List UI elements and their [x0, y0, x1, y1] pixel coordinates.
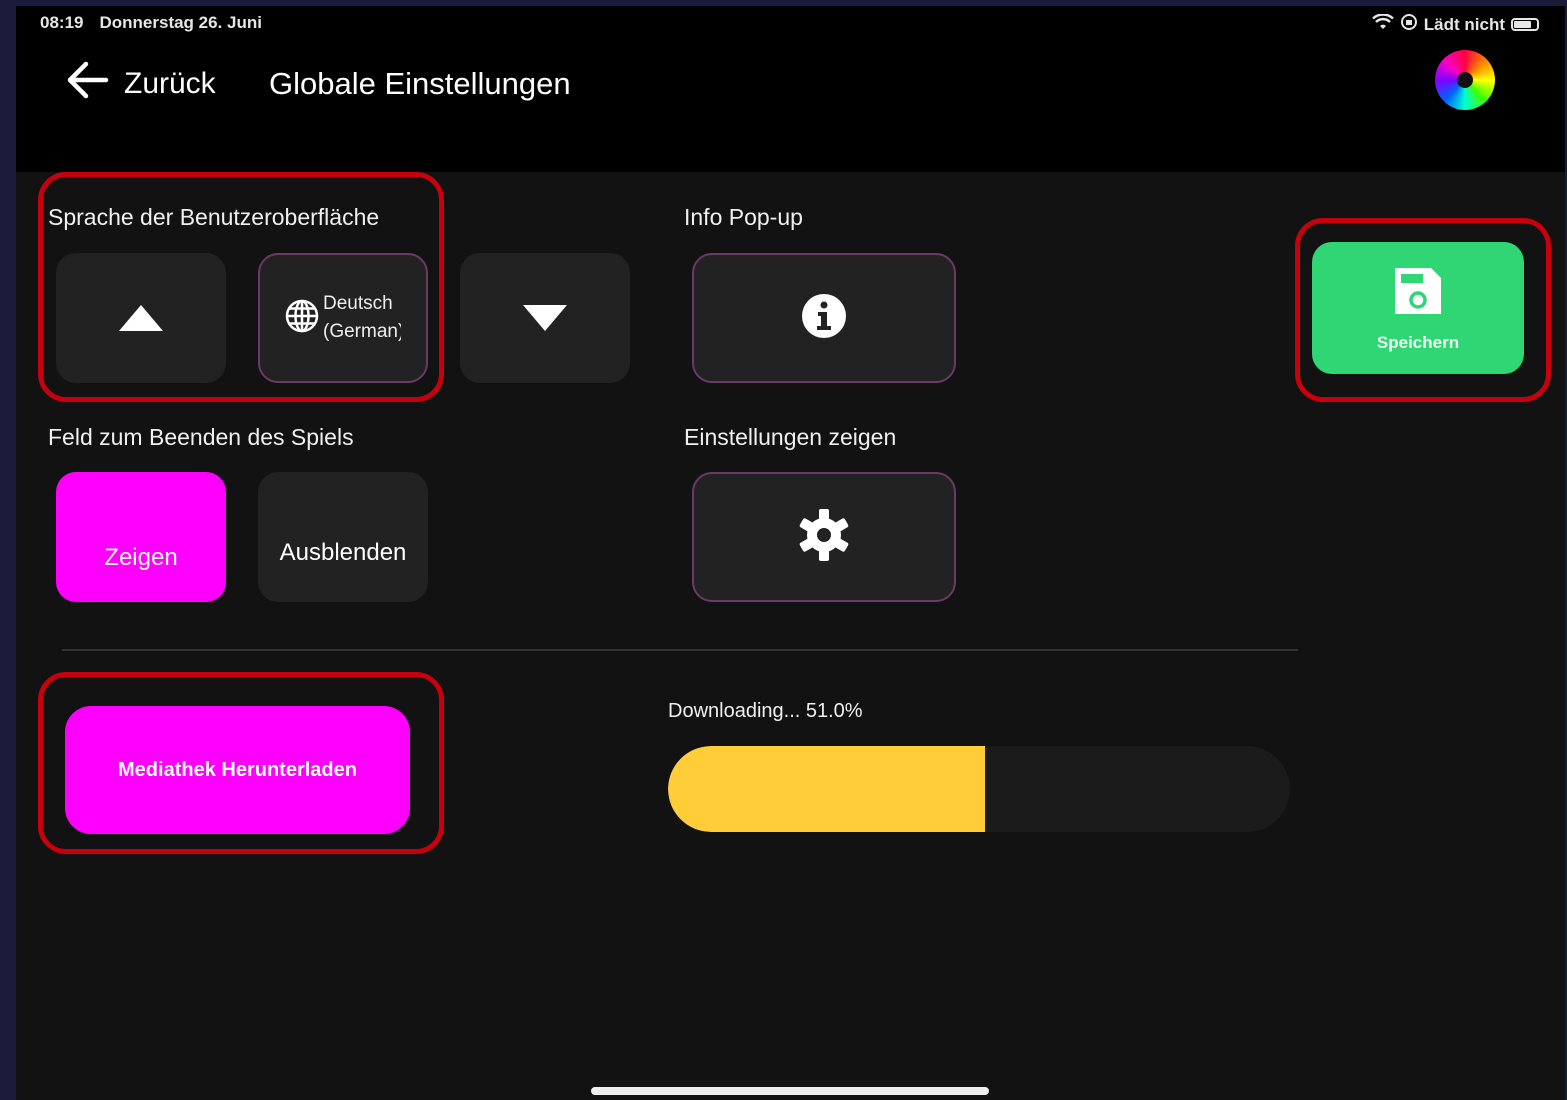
status-date: Donnerstag 26. Juni: [99, 13, 262, 32]
color-wheel-icon[interactable]: [1435, 50, 1495, 110]
top-bar: 08:19 Donnerstag 26. Juni Lädt nicht Zur…: [16, 6, 1565, 172]
gear-icon: [797, 508, 851, 567]
show-label: Zeigen: [104, 544, 178, 571]
charging-status: Lädt nicht: [1423, 14, 1505, 34]
settings-visibility-label: Einstellungen zeigen: [684, 424, 897, 450]
info-popup-label: Info Pop-up: [684, 204, 803, 230]
annotation-box-save: [1295, 218, 1551, 402]
show-end-game-field-button[interactable]: Zeigen: [56, 472, 226, 602]
arrow-left-icon: [64, 60, 110, 108]
status-bar-left: 08:19 Donnerstag 26. Juni: [40, 13, 262, 33]
info-icon: [801, 293, 847, 344]
orientation-lock-icon: [1400, 13, 1418, 36]
wifi-icon: [1371, 13, 1394, 35]
arrow-down-icon: [523, 305, 567, 331]
download-progress-fill: [668, 746, 986, 832]
page-title: Globale Einstellungen: [269, 66, 571, 101]
hide-end-game-field-button[interactable]: Ausblenden: [258, 472, 428, 602]
battery-icon: [1511, 18, 1539, 31]
back-button[interactable]: Zurück: [64, 60, 216, 108]
download-progress-bar: [668, 746, 1290, 832]
hide-label: Ausblenden: [279, 539, 407, 566]
device-screen: 08:19 Donnerstag 26. Juni Lädt nicht Zur…: [16, 6, 1565, 1100]
annotation-box-media: [38, 672, 444, 854]
annotation-box-language: [38, 172, 444, 402]
home-indicator[interactable]: [591, 1087, 989, 1095]
section-divider: [62, 649, 1298, 651]
end-game-field-label: Feld zum Beenden des Spiels: [48, 424, 354, 450]
status-bar-right: Lädt nicht: [1371, 13, 1539, 36]
info-popup-button[interactable]: [692, 253, 956, 383]
download-status-text: Downloading... 51.0%: [668, 700, 863, 722]
settings-visibility-button[interactable]: [692, 472, 956, 602]
back-label: Zurück: [124, 67, 216, 100]
status-time: 08:19: [40, 13, 84, 32]
language-down-button[interactable]: [460, 253, 630, 383]
